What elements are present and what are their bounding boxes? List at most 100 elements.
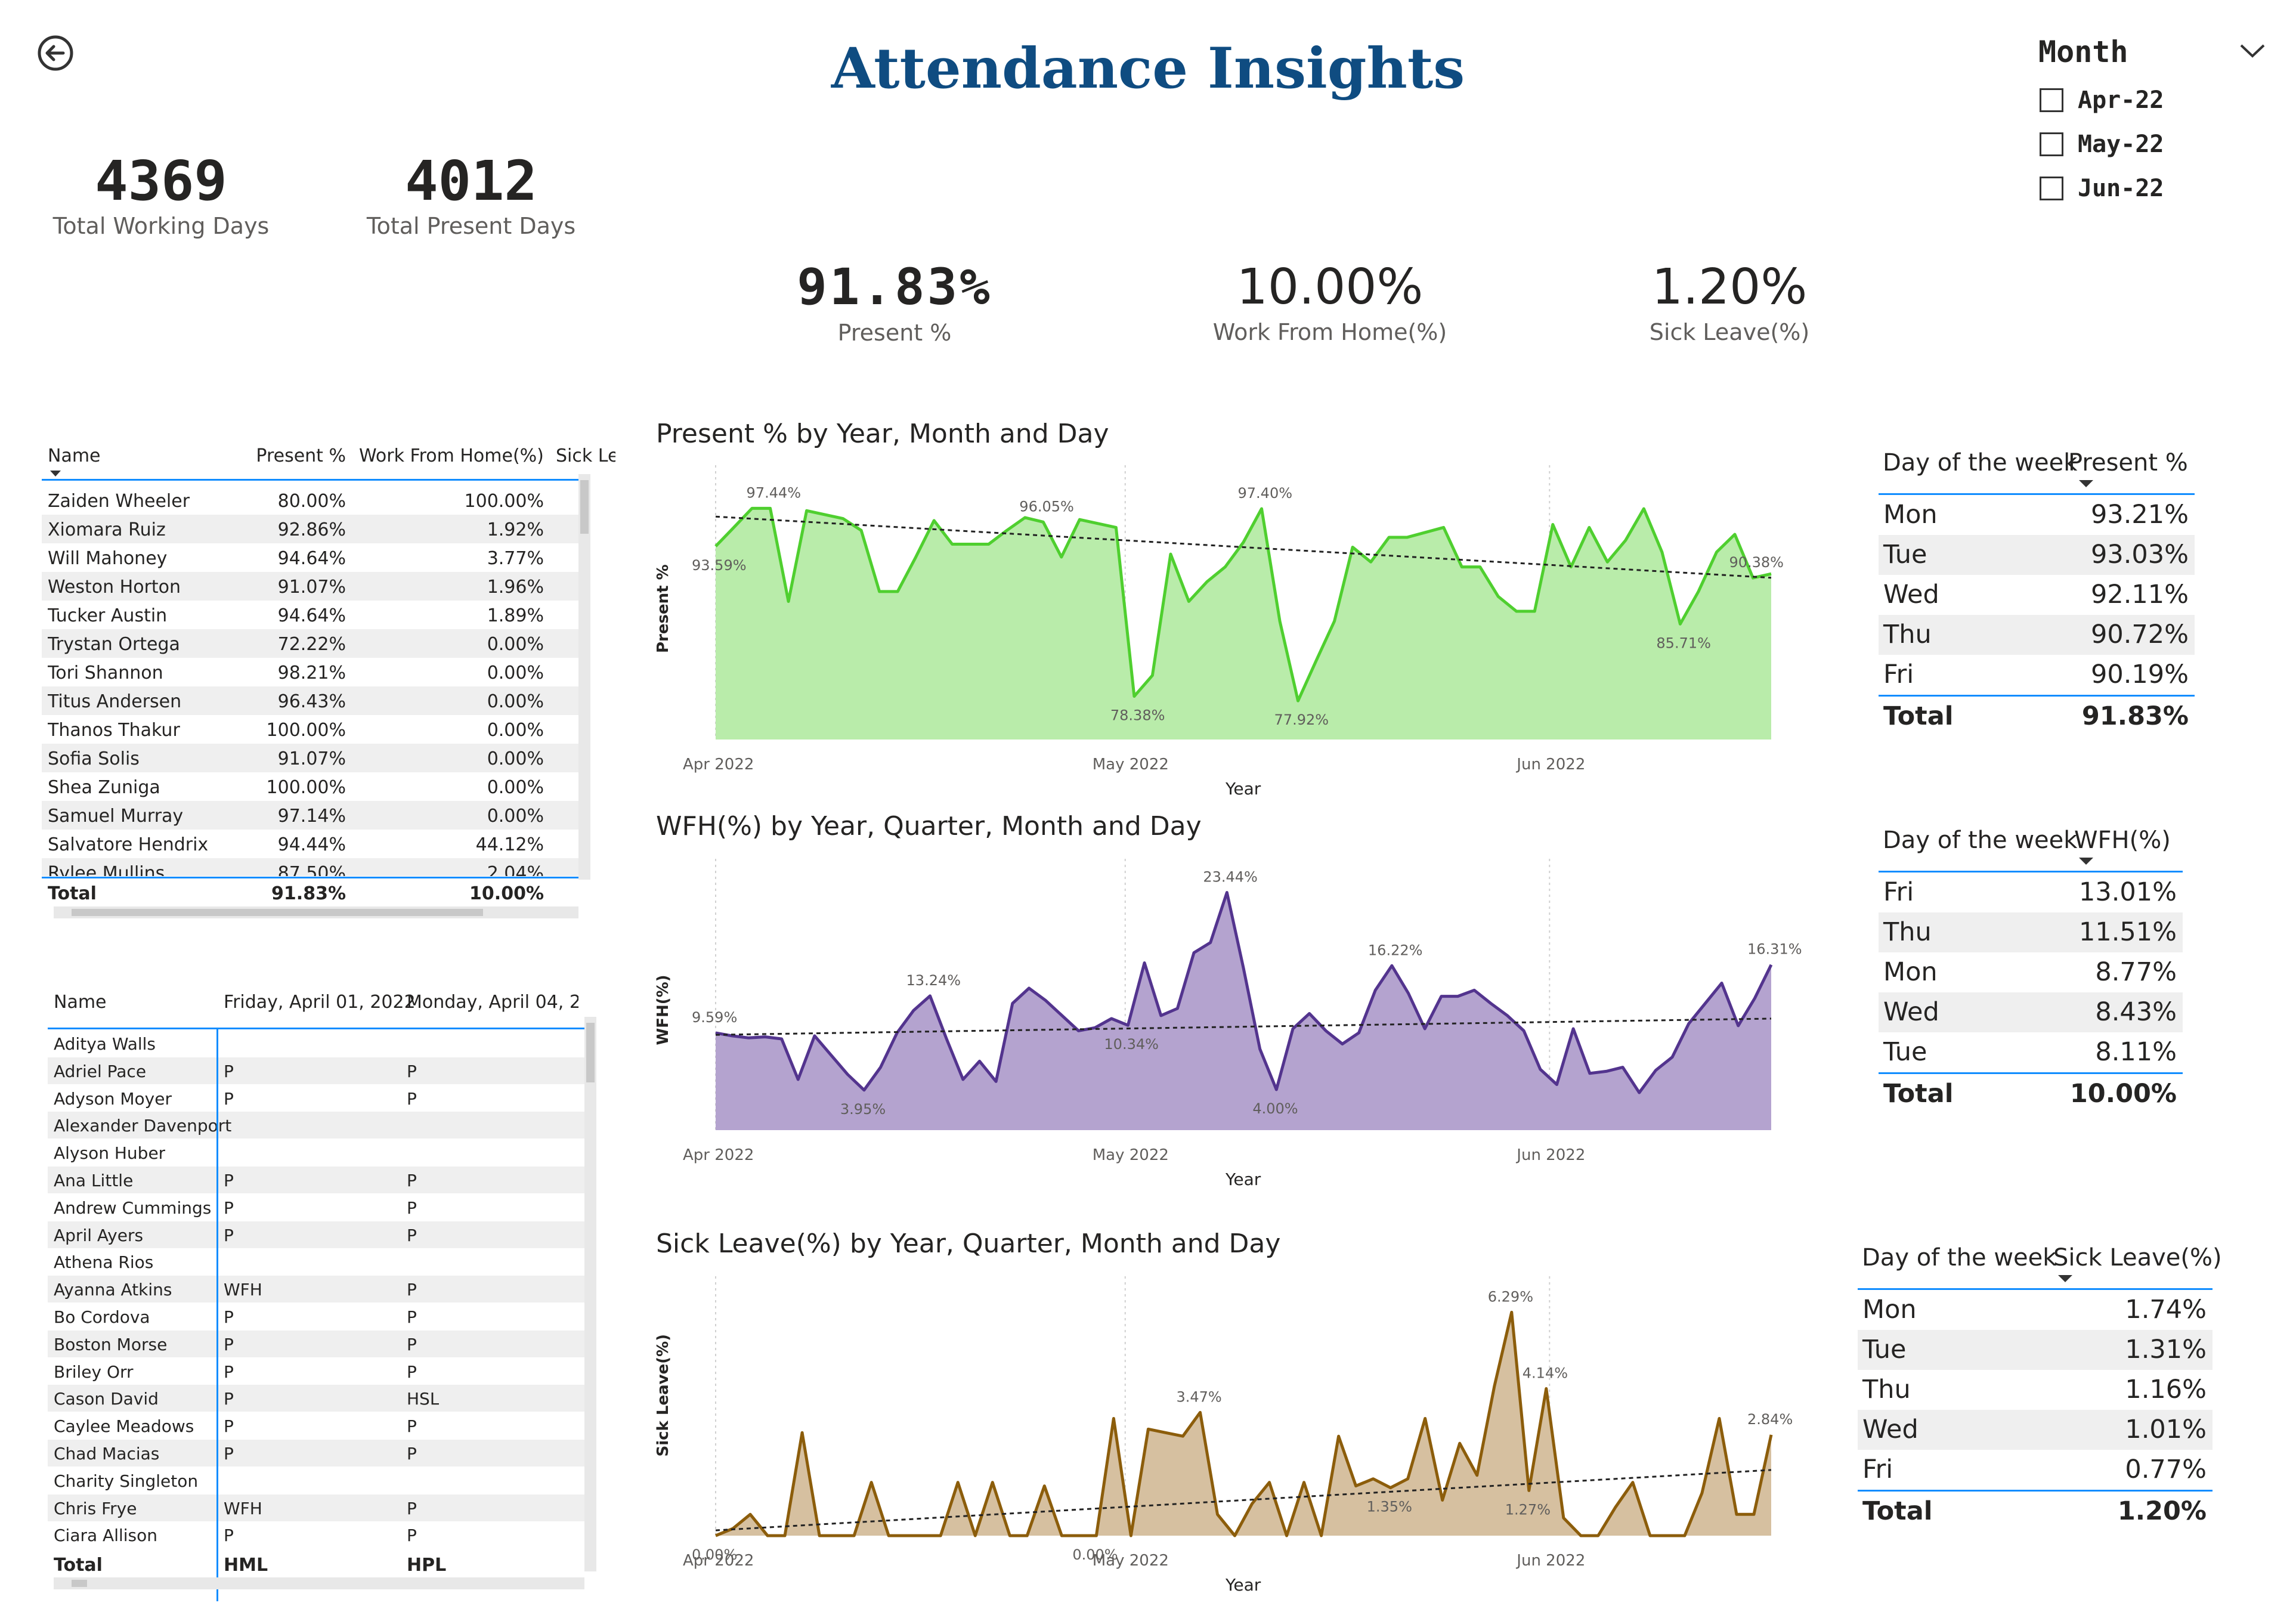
column-header-wfh[interactable]: Work From Home(%) (359, 445, 544, 466)
status-date-1: P (224, 1416, 234, 1437)
sick-area-chart[interactable]: Apr 2022 May 2022 Jun 20220.00% 0.00%3.47%1… (650, 1270, 1819, 1604)
table-row[interactable]: Adyson Moyer P P (48, 1085, 584, 1112)
status-date-2: P (407, 1198, 417, 1218)
table-row[interactable]: Andrew Cummings P P (48, 1194, 584, 1221)
table-row[interactable]: Adriel Pace P P (48, 1057, 584, 1084)
vertical-scrollbar[interactable] (584, 1017, 596, 1571)
table-row[interactable]: Tue 1.31% (1858, 1330, 2213, 1370)
table-row[interactable]: Fri 90.19% (1879, 655, 2195, 695)
table-row[interactable]: Bo Cordova P P (48, 1303, 584, 1330)
column-header-day[interactable]: Day of the week (1862, 1244, 2056, 1271)
table-row[interactable]: Rylee Mullins 87.50% 2.04% (42, 858, 578, 876)
dow-wfh-table: Day of the week WFH(%) Fri 13.01% Thu 11.51… (1873, 822, 2195, 1114)
present-area-chart[interactable]: Apr 2022 May 2022 Jun 2022 93.59% 97.44% 96.0… (650, 459, 1819, 799)
chart-title-sick: Sick Leave(%) by Year, Quarter, Month an… (656, 1229, 1281, 1259)
present-pct: 98.21% (277, 663, 346, 683)
table-row[interactable]: Zaiden Wheeler 80.00% 100.00% (42, 486, 578, 515)
table-row[interactable]: Thanos Thakur 100.00% 0.00% (42, 715, 578, 744)
column-header-date-1[interactable]: Friday, April 01, 2022 (224, 992, 416, 1013)
table-row[interactable]: Xiomara Ruiz 92.86% 1.92% (42, 515, 578, 543)
table-row[interactable]: Tue 93.03% (1879, 535, 2195, 575)
table-row[interactable]: Samuel Murray 97.14% 0.00% (42, 801, 578, 830)
table-row[interactable]: Mon 8.77% (1879, 952, 2183, 992)
table-row[interactable]: Mon 93.21% (1879, 495, 2195, 535)
table-row[interactable]: Fri 0.77% (1858, 1450, 2213, 1490)
horizontal-scrollbar[interactable] (54, 906, 578, 918)
checkbox[interactable] (2040, 132, 2063, 156)
table-row[interactable]: Thu 11.51% (1879, 912, 2183, 952)
column-header-sick[interactable]: Sick Leave(%) (2053, 1244, 2222, 1271)
total-label: Total (1883, 701, 1954, 731)
table-row[interactable]: Tue 8.11% (1879, 1032, 2183, 1072)
table-row[interactable]: Ciara Allison P P (48, 1521, 584, 1548)
table-row[interactable]: Aditya Walls (48, 1030, 584, 1057)
status-date-2: HSL (407, 1389, 440, 1409)
column-header-name[interactable]: Name (54, 992, 107, 1013)
column-header-day[interactable]: Day of the week (1883, 827, 2077, 854)
table-row[interactable]: Weston Horton 91.07% 1.96% (42, 572, 578, 601)
table-row[interactable]: Tucker Austin 94.64% 1.89% (42, 601, 578, 629)
table-row[interactable]: Titus Andersen 96.43% 0.00% (42, 686, 578, 715)
table-row[interactable]: Wed 8.43% (1879, 992, 2183, 1032)
slicer-option-apr[interactable]: Apr-22 (2040, 86, 2164, 115)
table-row[interactable]: Briley Orr P P (48, 1358, 584, 1385)
table-row[interactable]: Caylee Meadows P P (48, 1412, 584, 1439)
slicer-collapse-button[interactable] (2238, 36, 2267, 66)
table-row[interactable]: Athena Rios (48, 1248, 584, 1275)
wfh-pct: 0.00% (487, 720, 544, 741)
column-header-present[interactable]: Present % (212, 445, 346, 466)
employee-name: Adyson Moyer (54, 1088, 172, 1109)
data-label: 2.84% (1747, 1411, 1793, 1428)
column-header-date-2[interactable]: Monday, April 04, 202 (407, 992, 578, 1013)
table-row[interactable]: Thu 90.72% (1879, 615, 2195, 655)
day-label: Tue (1883, 1037, 1927, 1067)
column-header-day[interactable]: Day of the week (1883, 449, 2077, 477)
checkbox[interactable] (2040, 88, 2063, 112)
checkbox[interactable] (2040, 177, 2063, 200)
slicer-option-jun[interactable]: Jun-22 (2040, 174, 2164, 203)
table-row[interactable]: Salvatore Hendrix 94.44% 44.12% (42, 830, 578, 858)
table-row[interactable]: Wed 1.01% (1858, 1410, 2213, 1450)
table-row[interactable]: April Ayers P P (48, 1221, 584, 1248)
scrollbar-thumb[interactable] (72, 1580, 87, 1587)
scrollbar-thumb[interactable] (72, 909, 483, 916)
table-row[interactable]: Alexander Davenport (48, 1112, 584, 1139)
column-header-sick[interactable]: Sick Le (556, 445, 615, 466)
wfh-pct: 2.04% (487, 863, 544, 876)
column-header-wfh[interactable]: WFH(%) (2074, 827, 2171, 854)
table-row[interactable]: Wed 92.11% (1879, 575, 2195, 615)
table-row[interactable]: Ayanna Atkins WFH P (48, 1276, 584, 1303)
column-header-present[interactable]: Present % (2068, 449, 2188, 477)
day-label: Wed (1883, 997, 1939, 1027)
horizontal-scrollbar[interactable] (54, 1577, 584, 1589)
table-row[interactable]: Charity Singleton (48, 1467, 584, 1494)
day-value: 90.19% (2091, 660, 2189, 689)
table-row[interactable]: Chad Macias P P (48, 1440, 584, 1466)
wfh-area-chart[interactable]: Apr 2022 May 2022 Jun 2022 9.59% 3.95% 13.24%… (650, 853, 1819, 1193)
status-date-1: P (224, 1526, 234, 1546)
table-row[interactable]: Tori Shannon 98.21% 0.00% (42, 658, 578, 686)
table-row[interactable]: Trystan Ortega 72.22% 0.00% (42, 629, 578, 658)
table-row[interactable]: Sofia Solis 91.07% 0.00% (42, 744, 578, 772)
wfh-pct: 100.00% (464, 491, 544, 512)
scrollbar-thumb[interactable] (586, 1023, 595, 1082)
table-row[interactable]: Shea Zuniga 100.00% 0.00% (42, 772, 578, 801)
kpi-total-working-days: 4369 Total Working Days (36, 149, 286, 239)
wfh-pct: 1.92% (487, 519, 544, 540)
employee-name: Xiomara Ruiz (48, 519, 166, 540)
table-row[interactable]: Chris Frye WFH P (48, 1494, 584, 1521)
column-header-name[interactable]: Name (48, 445, 101, 466)
vertical-scrollbar[interactable] (578, 474, 590, 880)
table-row[interactable]: Boston Morse P P (48, 1330, 584, 1357)
table-row[interactable]: Cason David P HSL (48, 1385, 584, 1412)
scrollbar-thumb[interactable] (580, 480, 589, 534)
employee-name: Ana Little (54, 1171, 134, 1190)
table-row[interactable]: Will Mahoney 94.64% 3.77% (42, 543, 578, 572)
chart-title-present: Present % by Year, Month and Day (656, 419, 1109, 449)
table-row[interactable]: Fri 13.01% (1879, 872, 2183, 912)
table-row[interactable]: Ana Little P P (48, 1167, 584, 1193)
table-row[interactable]: Mon 1.74% (1858, 1290, 2213, 1330)
table-row[interactable]: Thu 1.16% (1858, 1370, 2213, 1410)
table-row[interactable]: Alyson Huber (48, 1139, 584, 1166)
slicer-option-may[interactable]: May-22 (2040, 130, 2164, 159)
